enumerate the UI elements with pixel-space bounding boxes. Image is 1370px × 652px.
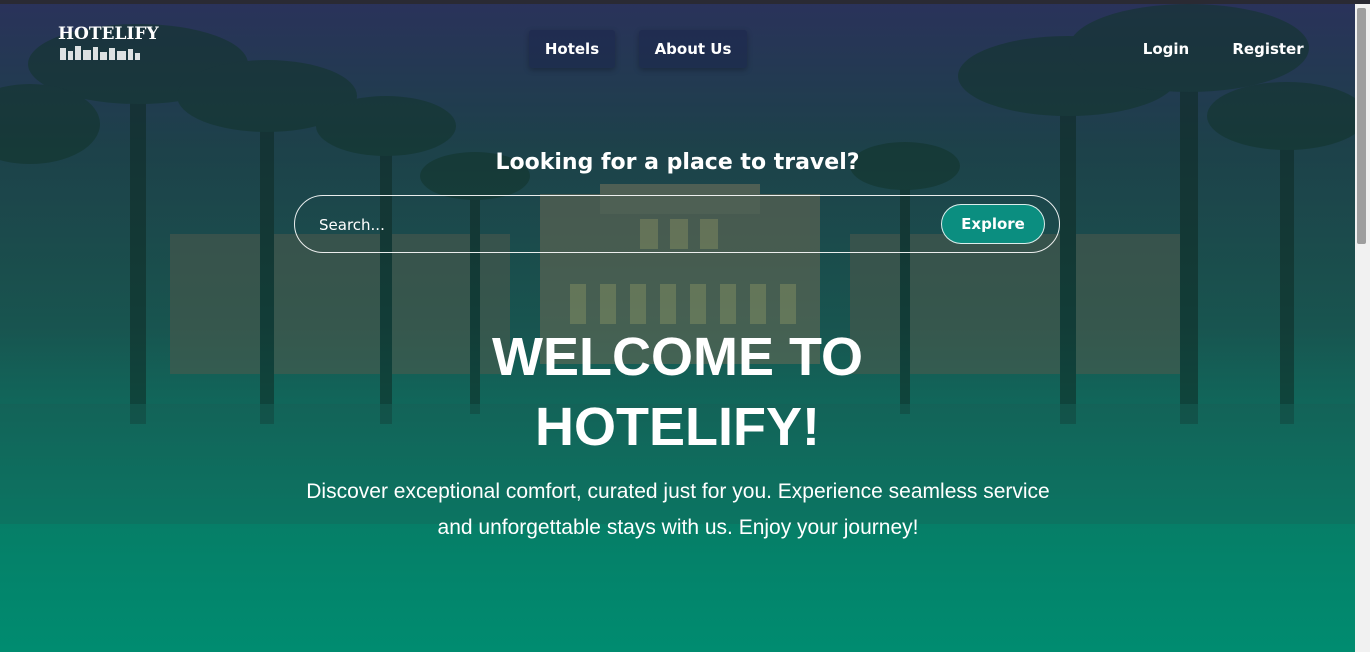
- explore-button[interactable]: Explore: [941, 204, 1045, 244]
- headline-line-2: HOTELIFY!: [535, 397, 820, 457]
- description-line-2: and unforgettable stays with us. Enjoy y…: [437, 516, 919, 539]
- search-tagline: Looking for a place to travel?: [495, 150, 860, 175]
- headline-line-1: WELCOME TO: [492, 327, 863, 387]
- nav-hotels-link[interactable]: Hotels: [529, 30, 615, 68]
- nav-about-us-link[interactable]: About Us: [639, 30, 747, 68]
- logo-text: HOTELIFY: [58, 24, 159, 44]
- search-input[interactable]: [317, 210, 921, 240]
- skyline-icon: [60, 46, 140, 60]
- scrollbar-thumb[interactable]: [1357, 8, 1366, 244]
- nav-register-link[interactable]: Register: [1228, 30, 1308, 68]
- welcome-headline: WELCOME TO HOTELIFY!: [0, 322, 1355, 462]
- hotelify-logo[interactable]: HOTELIFY: [58, 24, 159, 64]
- search-bar: Explore: [294, 195, 1060, 253]
- nav-login-link[interactable]: Login: [1131, 30, 1201, 68]
- hero-description: Discover exceptional comfort, curated ju…: [276, 474, 1080, 546]
- description-line-1: Discover exceptional comfort, curated ju…: [306, 480, 1050, 503]
- hero-section: HOTELIFY Hotels About Us Login Register …: [0, 4, 1355, 652]
